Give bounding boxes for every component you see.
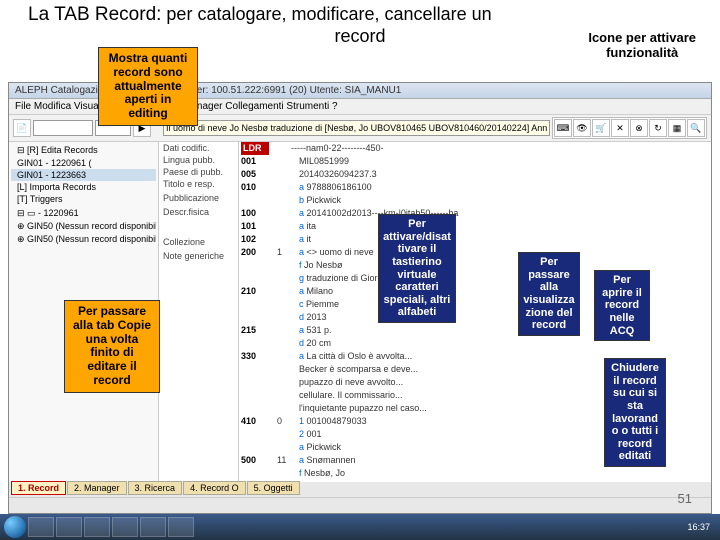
tree-item[interactable]: [T] Triggers — [11, 193, 156, 205]
title-main: La TAB Record: — [28, 4, 161, 25]
bottom-tabs: 1. Record2. Manager3. Ricerca4. Record O… — [11, 481, 709, 495]
keyboard-icon[interactable]: ⌨ — [554, 119, 572, 137]
start-button[interactable] — [4, 516, 26, 538]
marc-row[interactable]: b Pickwick — [239, 194, 711, 207]
taskbar-app[interactable] — [168, 517, 194, 537]
callout-view-record: Per passare alla visualizza zione del re… — [518, 252, 580, 336]
field-label: Collezione — [159, 236, 238, 248]
field-label: Pubblicazione — [159, 192, 238, 204]
tree-item[interactable]: GIN01 - 1223663 — [11, 169, 156, 181]
bottom-tab[interactable]: 3. Ricerca — [128, 481, 183, 495]
toolbar-field-1[interactable] — [33, 120, 93, 136]
field-labels-pane: Dati codific.Lingua pubb.Paese di pubb.T… — [159, 142, 239, 482]
field-label: Titolo e resp. — [159, 178, 238, 190]
marc-row[interactable]: 2001a <> uomo di neve — [239, 246, 711, 259]
tree-item[interactable]: [L] Importa Records — [11, 181, 156, 193]
marc-row[interactable]: 010a 9788806186100 — [239, 181, 711, 194]
tree-item[interactable]: ⊕ GIN50 (Nessun record disponibile) — [11, 220, 156, 233]
bottom-tab[interactable]: 1. Record — [11, 481, 66, 495]
marc-row[interactable]: 102a it — [239, 233, 711, 246]
tree-item[interactable]: ⊟ ▭ - 1220961 — [11, 207, 156, 220]
bottom-tab[interactable]: 4. Record O — [183, 481, 246, 495]
refresh-icon[interactable]: ↻ — [649, 119, 667, 137]
callout-tab-copie: Per passare alla tab Copie una volta fin… — [64, 300, 160, 393]
taskbar-app[interactable] — [84, 517, 110, 537]
slide-title: La TAB Record: per catalogare, modificar… — [0, 0, 720, 26]
tree-item[interactable]: GIN01 - 1220961 ( — [11, 157, 156, 169]
view-icon[interactable]: 👁 — [573, 119, 591, 137]
toolbar-icon[interactable]: 📄 — [13, 119, 31, 137]
acq-icon[interactable]: 🛒 — [592, 119, 610, 137]
bottom-tab[interactable]: 2. Manager — [67, 481, 127, 495]
field-label: Paese di pubb. — [159, 166, 238, 178]
tree: ⊟ [R] Edita Records GIN01 - 1220961 ( GI… — [11, 144, 156, 246]
field-label: Descr.fisica — [159, 206, 238, 218]
slide-number: 51 — [678, 491, 692, 506]
close-icon[interactable]: ✕ — [611, 119, 629, 137]
marc-row[interactable]: 101a ita — [239, 220, 711, 233]
taskbar-clock[interactable]: 16:37 — [687, 522, 716, 532]
windows-taskbar[interactable]: 16:37 — [0, 514, 720, 540]
close-all-icon[interactable]: ⊗ — [630, 119, 648, 137]
title-sub: per catalogare, modificare, cancellare u… — [161, 4, 491, 24]
toolbar-right-group: ⌨ 👁 🛒 ✕ ⊗ ↻ ▦ 🔍 — [552, 117, 707, 139]
callout-record-count: Mostra quanti record sono attualmente ap… — [98, 47, 198, 126]
marc-row[interactable]: f Nesbø, Jo — [239, 467, 711, 480]
marc-row[interactable]: 001MIL0851999 — [239, 155, 711, 168]
icons-activate-label: Icone per attivare funzionalità — [588, 30, 696, 60]
taskbar-app[interactable] — [112, 517, 138, 537]
status-bar — [9, 497, 711, 513]
taskbar-app[interactable] — [28, 517, 54, 537]
tree-item[interactable]: ⊕ GIN50 (Nessun record disponibile) — [11, 233, 156, 246]
grid-icon[interactable]: ▦ — [668, 119, 686, 137]
search-icon[interactable]: 🔍 — [687, 119, 705, 137]
callout-open-acq: Per aprire il record nelle ACQ — [594, 270, 650, 341]
field-label: Dati codific. — [159, 142, 238, 154]
taskbar-app[interactable] — [56, 517, 82, 537]
record-title-field[interactable] — [163, 120, 550, 136]
marc-row[interactable]: LDR-----nam0-22--------450- — [239, 142, 711, 155]
marc-row[interactable]: 100a 20141002d2013----km-|0itab50------b… — [239, 207, 711, 220]
bottom-tab[interactable]: 5. Oggetti — [247, 481, 300, 495]
tree-item[interactable]: ⊟ [R] Edita Records — [11, 144, 156, 157]
callout-close-record: Chiudere il record su cui si sta lavoran… — [604, 358, 666, 467]
field-label: Lingua pubb. — [159, 154, 238, 166]
field-label: Note generiche — [159, 250, 238, 262]
callout-keyboard: Per attivare/disat tivare il tastierino … — [378, 214, 456, 323]
taskbar-app[interactable] — [140, 517, 166, 537]
marc-row[interactable]: 00520140326094237.3 — [239, 168, 711, 181]
